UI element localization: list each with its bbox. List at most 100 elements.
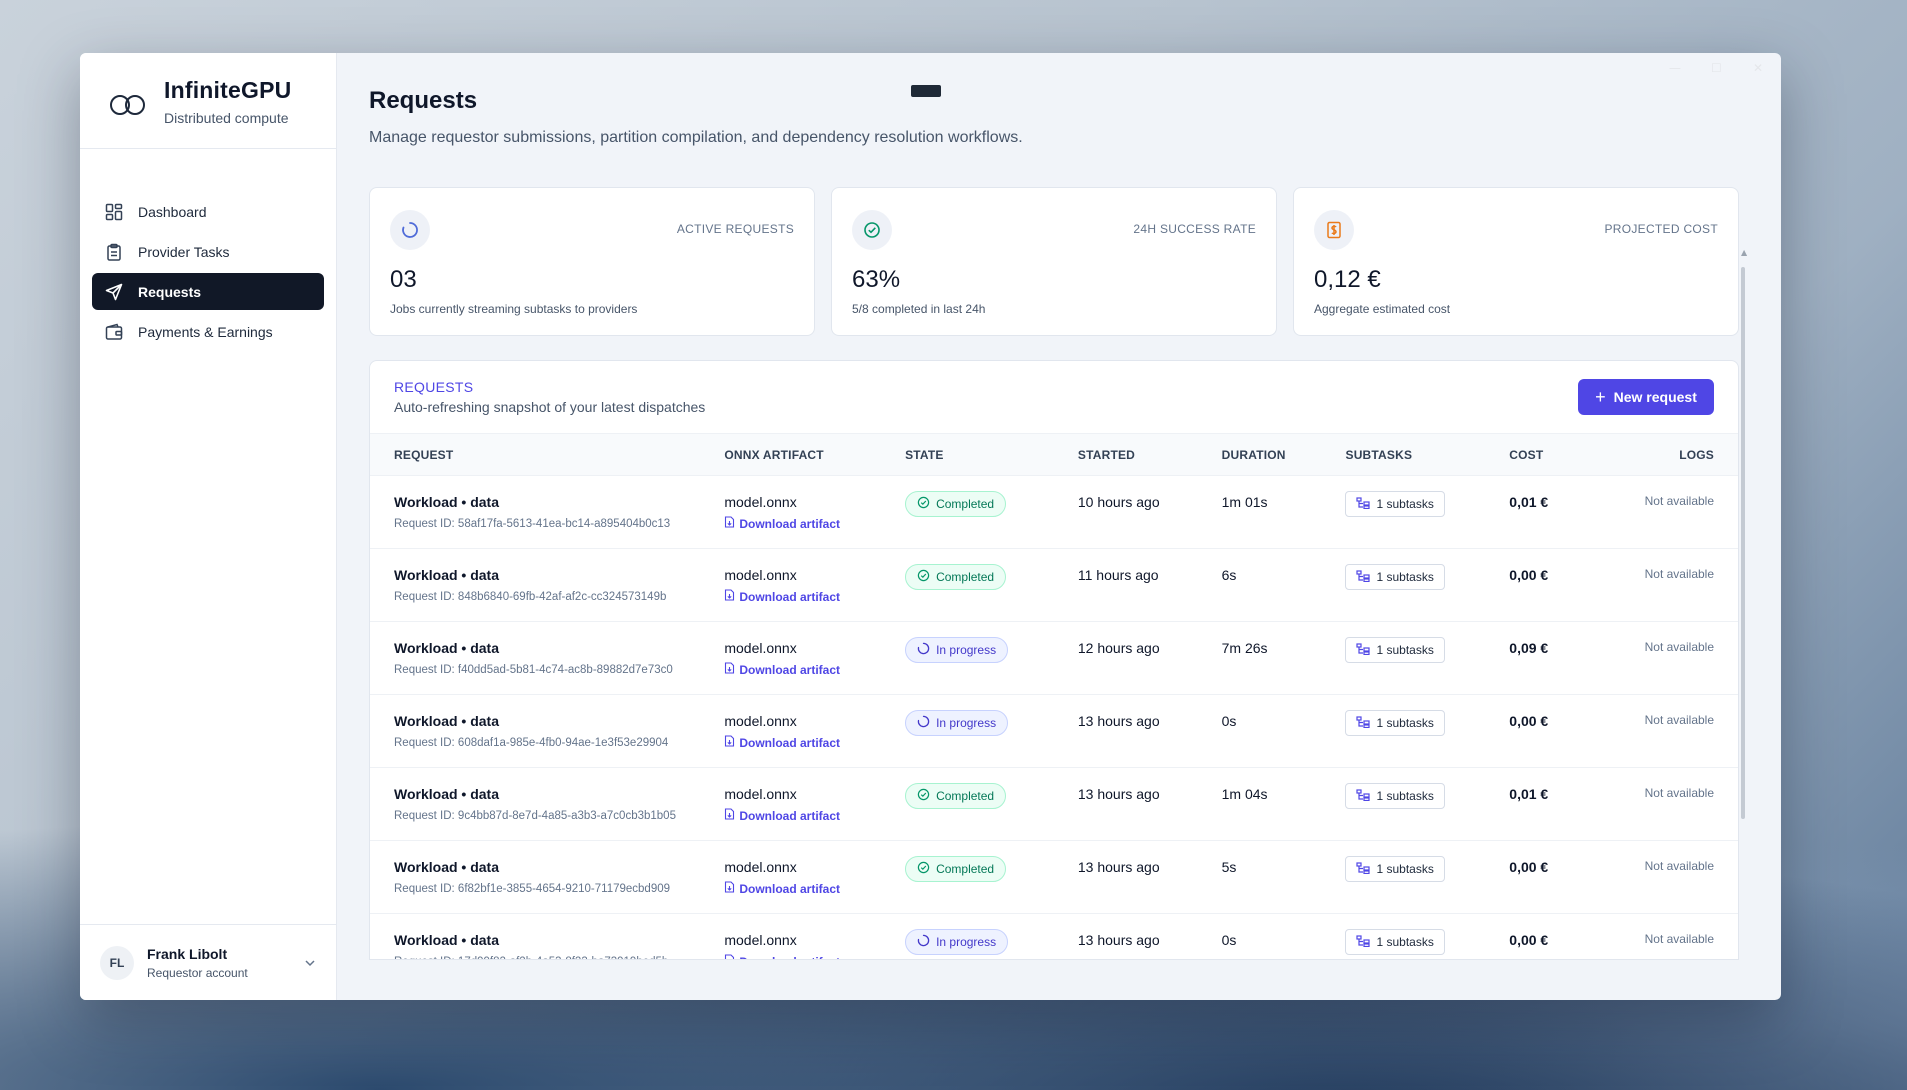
subtasks-label: 1 subtasks bbox=[1376, 716, 1434, 730]
cell-state: In progress bbox=[905, 914, 1078, 960]
cell-duration: 7m 26s bbox=[1221, 640, 1268, 656]
stat-card-success-rate: 24h success rate 63% 5/8 completed in la… bbox=[831, 187, 1277, 336]
column-header-duration[interactable]: Duration bbox=[1222, 434, 1346, 476]
scroll-thumb[interactable] bbox=[1741, 267, 1745, 819]
stat-value: 0,12 € bbox=[1314, 266, 1381, 293]
download-artifact-link[interactable]: Download artifact bbox=[724, 881, 905, 896]
table-row[interactable]: Workload • data Request ID: 608daf1a-985e… bbox=[370, 695, 1738, 768]
subtasks-button[interactable]: 1 subtasks bbox=[1345, 783, 1445, 809]
request-id: Request ID: 17d99f82-af2b-4a53-8f23-ba73… bbox=[394, 956, 724, 959]
column-header-started[interactable]: Started bbox=[1078, 434, 1222, 476]
brand: InfiniteGPU Distributed compute bbox=[80, 53, 336, 149]
column-header-state[interactable]: State bbox=[905, 434, 1078, 476]
page-title: Requests bbox=[369, 87, 478, 114]
cell-subtasks: 1 subtasks bbox=[1345, 622, 1509, 695]
subtasks-button[interactable]: 1 subtasks bbox=[1345, 491, 1445, 517]
file-download-icon bbox=[724, 954, 735, 959]
tree-icon bbox=[1356, 861, 1371, 877]
cell-started: 13 hours ago bbox=[1077, 932, 1160, 948]
cell-logs: Not available bbox=[1644, 786, 1714, 800]
subtasks-button[interactable]: 1 subtasks bbox=[1345, 637, 1445, 663]
cell-cost: 0,09 € bbox=[1509, 640, 1549, 656]
cell-request: Workload • data Request ID: 17d99f82-af2b… bbox=[370, 914, 724, 959]
cell-cost: 0,01 € bbox=[1509, 494, 1549, 510]
download-artifact-link[interactable]: Download artifact bbox=[724, 662, 905, 677]
artifact-name: model.onnx bbox=[724, 932, 797, 948]
stat-label: Active requests bbox=[676, 222, 794, 236]
scroll-up-icon[interactable]: ▲ bbox=[1741, 249, 1747, 257]
sidebar-item-label: Dashboard bbox=[138, 203, 207, 220]
column-header-request[interactable]: Request bbox=[370, 434, 724, 476]
status-badge: In progress bbox=[905, 637, 1009, 663]
status-label: In progress bbox=[936, 716, 997, 730]
download-artifact-link[interactable]: Download artifact bbox=[724, 589, 905, 604]
sidebar-item-payments[interactable]: Payments & Earnings bbox=[92, 313, 324, 350]
tree-icon bbox=[1356, 569, 1371, 585]
chevron-down-icon[interactable] bbox=[304, 956, 316, 970]
cell-subtasks: 1 subtasks bbox=[1345, 549, 1509, 622]
scrollbar[interactable]: ▲ bbox=[1741, 249, 1747, 1000]
spinner-icon bbox=[917, 934, 930, 950]
download-artifact-label: Download artifact bbox=[739, 516, 841, 531]
file-download-icon bbox=[724, 881, 735, 896]
check-circle-icon bbox=[917, 861, 930, 877]
request-id: Request ID: 6f82bf1e-3855-4654-9210-7117… bbox=[394, 883, 670, 895]
table-row[interactable]: Workload • data Request ID: 9c4bb87d-8e7d… bbox=[370, 768, 1738, 841]
table-row[interactable]: Workload • data Request ID: 17d99f82-af2b… bbox=[370, 914, 1738, 960]
column-header-artifact[interactable]: ONNX artifact bbox=[724, 434, 905, 476]
cell-logs: Not available bbox=[1644, 859, 1714, 873]
cell-state: Completed bbox=[905, 476, 1078, 549]
cell-request: Workload • data Request ID: 9c4bb87d-8e7d… bbox=[370, 768, 724, 841]
tree-icon bbox=[1356, 934, 1371, 950]
status-label: Completed bbox=[936, 570, 995, 584]
sidebar-item-dashboard[interactable]: Dashboard bbox=[92, 193, 324, 230]
status-badge: Completed bbox=[905, 783, 1007, 809]
cell-started: 13 hours ago bbox=[1077, 859, 1160, 875]
sidebar-nav: Dashboard Provider Tasks Requests Paymen… bbox=[80, 149, 336, 924]
download-artifact-link[interactable]: Download artifact bbox=[724, 808, 905, 823]
user-menu[interactable]: FL Frank Libolt Requestor account bbox=[80, 924, 336, 1000]
sidebar-item-label: Requests bbox=[138, 283, 202, 300]
table-row[interactable]: Workload • data Request ID: 58af17fa-5613… bbox=[370, 476, 1738, 549]
drag-handle[interactable] bbox=[911, 85, 941, 97]
cell-cost: 0,00 € bbox=[1509, 567, 1549, 583]
sidebar-item-requests[interactable]: Requests bbox=[92, 273, 324, 310]
cell-state: Completed bbox=[905, 841, 1078, 914]
new-request-button[interactable]: + New request bbox=[1578, 379, 1714, 415]
table-row[interactable]: Workload • data Request ID: 6f82bf1e-3855… bbox=[370, 841, 1738, 914]
subtasks-label: 1 subtasks bbox=[1376, 789, 1434, 803]
stat-value: 63% bbox=[852, 266, 901, 293]
table-row[interactable]: Workload • data Request ID: 848b6840-69fb… bbox=[370, 549, 1738, 622]
download-artifact-link[interactable]: Download artifact bbox=[724, 735, 905, 750]
download-artifact-link[interactable]: Download artifact bbox=[724, 516, 905, 531]
request-title: Workload • data bbox=[394, 567, 499, 583]
download-artifact-link[interactable]: Download artifact bbox=[724, 954, 905, 959]
tree-icon bbox=[1356, 715, 1371, 731]
infinity-logo-icon bbox=[110, 91, 146, 115]
app-window: — ☐ ✕ InfiniteGPU Distributed compute Da… bbox=[80, 53, 1781, 1000]
requests-table-body: Workload • data Request ID: 58af17fa-5613… bbox=[370, 476, 1738, 960]
subtasks-button[interactable]: 1 subtasks bbox=[1345, 710, 1445, 736]
cell-logs: Not available bbox=[1644, 494, 1714, 508]
column-header-subtasks[interactable]: Subtasks bbox=[1345, 434, 1509, 476]
request-id: Request ID: f40dd5ad-5b81-4c74-ac8b-8988… bbox=[394, 664, 673, 676]
artifact-name: model.onnx bbox=[724, 640, 797, 656]
sidebar-item-provider-tasks[interactable]: Provider Tasks bbox=[92, 233, 324, 270]
download-artifact-label: Download artifact bbox=[739, 735, 841, 750]
status-badge: In progress bbox=[905, 710, 1009, 736]
subtasks-button[interactable]: 1 subtasks bbox=[1345, 856, 1445, 882]
cell-artifact: model.onnx Download artifact bbox=[724, 549, 905, 622]
brand-subtitle: Distributed compute bbox=[164, 110, 289, 126]
cell-state: Completed bbox=[905, 549, 1078, 622]
cell-started: 11 hours ago bbox=[1077, 567, 1159, 583]
status-label: In progress bbox=[936, 643, 997, 657]
check-circle-icon bbox=[852, 210, 892, 250]
column-header-logs[interactable]: Logs bbox=[1609, 434, 1738, 476]
status-badge: Completed bbox=[905, 856, 1007, 882]
subtasks-button[interactable]: 1 subtasks bbox=[1345, 564, 1445, 590]
table-row[interactable]: Workload • data Request ID: f40dd5ad-5b81… bbox=[370, 622, 1738, 695]
subtasks-button[interactable]: 1 subtasks bbox=[1345, 929, 1445, 955]
cell-subtasks: 1 subtasks bbox=[1345, 768, 1509, 841]
file-download-icon bbox=[724, 516, 735, 531]
column-header-cost[interactable]: Cost bbox=[1509, 434, 1609, 476]
